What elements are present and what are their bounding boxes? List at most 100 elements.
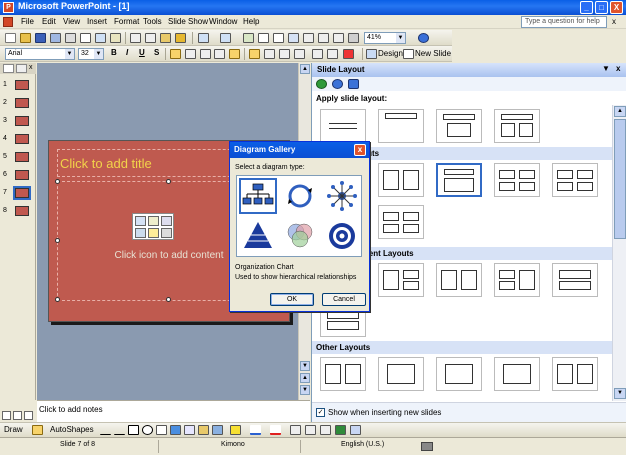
close-button[interactable]: X [610, 1, 623, 14]
layout-text-content-4[interactable] [494, 263, 540, 297]
fill-color-icon[interactable] [230, 425, 241, 435]
menu-insert[interactable]: Insert [87, 17, 107, 26]
slide-thumbnail[interactable]: 6 [0, 169, 36, 183]
layout-text-content-5[interactable] [552, 263, 598, 297]
ask-question-input[interactable]: Type a question for help [521, 16, 607, 28]
line-style-icon[interactable] [290, 425, 301, 435]
slide-show-view-icon[interactable] [24, 411, 33, 420]
layout-title-only[interactable] [320, 109, 366, 143]
resize-handle[interactable] [166, 297, 171, 302]
menu-file[interactable]: File [21, 17, 34, 26]
show-grid-icon[interactable] [333, 33, 344, 43]
italic-button[interactable]: I [126, 48, 128, 57]
venn-diagram-icon[interactable] [281, 218, 319, 254]
undo-icon[interactable] [198, 33, 209, 43]
bullets-icon[interactable] [229, 49, 240, 59]
show-when-inserting-checkbox[interactable]: ✓ [316, 408, 325, 417]
shadow-style-icon[interactable] [335, 425, 346, 435]
new-slide-button[interactable]: New Slide [415, 49, 451, 58]
format-painter-icon[interactable] [175, 33, 186, 43]
forward-icon[interactable] [332, 79, 343, 89]
ok-button[interactable]: OK [270, 293, 314, 306]
layout-text-content-3[interactable] [436, 263, 482, 297]
dialog-close-button[interactable]: x [354, 144, 366, 156]
layout-other-5[interactable] [552, 357, 598, 391]
cycle-diagram-icon[interactable] [281, 178, 319, 214]
permission-icon[interactable] [50, 33, 61, 43]
oval-icon[interactable] [142, 425, 153, 435]
task-pane-scrollbar[interactable]: ▲ ▼ [612, 105, 626, 401]
design-button[interactable]: Design [378, 49, 403, 58]
select-objects-icon[interactable] [32, 425, 43, 435]
dash-style-icon[interactable] [305, 425, 316, 435]
target-diagram-icon[interactable] [323, 218, 361, 254]
home-icon[interactable] [348, 79, 359, 89]
insert-table-icon[interactable] [135, 216, 146, 226]
insert-clip-art-icon[interactable] [161, 216, 172, 226]
slide-sorter-view-icon[interactable] [13, 411, 22, 420]
decrease-indent-icon[interactable] [312, 49, 323, 59]
help-icon[interactable] [418, 33, 429, 43]
layout-content-4[interactable] [494, 163, 540, 197]
font-color-icon[interactable] [343, 49, 354, 59]
slide-thumbnail-selected[interactable]: 7 [0, 186, 36, 201]
cancel-button[interactable]: Cancel [322, 293, 366, 306]
resize-handle[interactable] [55, 238, 60, 243]
menu-tools[interactable]: Tools [143, 17, 162, 26]
font-name-select[interactable]: Arial ▼ [5, 48, 75, 60]
scroll-down-icon[interactable]: ▼ [300, 361, 310, 371]
close-pane-icon[interactable]: x [29, 64, 33, 71]
new-icon[interactable] [5, 33, 16, 43]
organization-chart-icon[interactable] [239, 178, 277, 214]
menu-window[interactable]: Window [209, 17, 237, 26]
zoom-select[interactable]: 41% ▼ [364, 32, 406, 44]
layout-blank-title[interactable] [378, 109, 424, 143]
print-preview-icon[interactable] [95, 33, 106, 43]
font-size-down-icon[interactable] [294, 49, 305, 59]
align-right-icon[interactable] [200, 49, 211, 59]
layout-two-column-text[interactable] [494, 109, 540, 143]
expand-all-icon[interactable] [303, 33, 314, 43]
layout-other-2[interactable] [378, 357, 424, 391]
insert-media-icon[interactable] [161, 228, 172, 238]
resize-handle[interactable] [166, 179, 171, 184]
slide-thumbnail[interactable]: 5 [0, 151, 36, 165]
document-close-icon[interactable]: x [612, 17, 616, 26]
design-icon[interactable] [366, 49, 377, 59]
layout-content-selected[interactable] [436, 163, 482, 197]
numbering-icon[interactable] [214, 49, 225, 59]
pyramid-diagram-icon[interactable] [239, 218, 277, 254]
arrow-icon[interactable] [114, 425, 125, 435]
slide-thumbnail[interactable]: 8 [0, 205, 36, 219]
scroll-up-icon[interactable]: ▲ [300, 64, 310, 74]
clip-art-icon[interactable] [198, 425, 209, 435]
underline-button[interactable]: U [139, 48, 145, 57]
notes-pane[interactable]: Click to add notes [37, 400, 310, 422]
arrow-style-icon[interactable] [320, 425, 331, 435]
open-icon[interactable] [20, 33, 31, 43]
layout-text-content-2[interactable] [378, 263, 424, 297]
bold-button[interactable]: B [111, 48, 117, 57]
align-center-icon[interactable] [185, 49, 196, 59]
rectangle-icon[interactable] [128, 425, 139, 435]
layout-content-6[interactable] [378, 205, 424, 239]
chevron-down-icon[interactable]: ▼ [65, 49, 74, 59]
next-slide-icon[interactable]: ▼ [300, 385, 310, 395]
layout-other-1[interactable] [320, 357, 366, 391]
layout-other-3[interactable] [436, 357, 482, 391]
resize-handle[interactable] [55, 297, 60, 302]
previous-slide-icon[interactable]: ▲ [300, 373, 310, 383]
chevron-down-icon[interactable]: ▼ [94, 49, 103, 59]
align-left-icon[interactable] [170, 49, 181, 59]
layout-title-and-text[interactable] [436, 109, 482, 143]
insert-table-icon[interactable] [258, 33, 269, 43]
menu-edit[interactable]: Edit [42, 17, 56, 26]
autoshapes-button[interactable]: AutoShapes [50, 425, 94, 434]
3d-style-icon[interactable] [350, 425, 361, 435]
insert-chart-icon[interactable] [148, 216, 159, 226]
scroll-up-icon[interactable]: ▲ [614, 106, 626, 117]
menu-format[interactable]: Format [114, 17, 139, 26]
powerpoint-app-icon[interactable]: P [3, 2, 14, 13]
email-icon[interactable] [65, 33, 76, 43]
text-box-icon[interactable] [156, 425, 167, 435]
